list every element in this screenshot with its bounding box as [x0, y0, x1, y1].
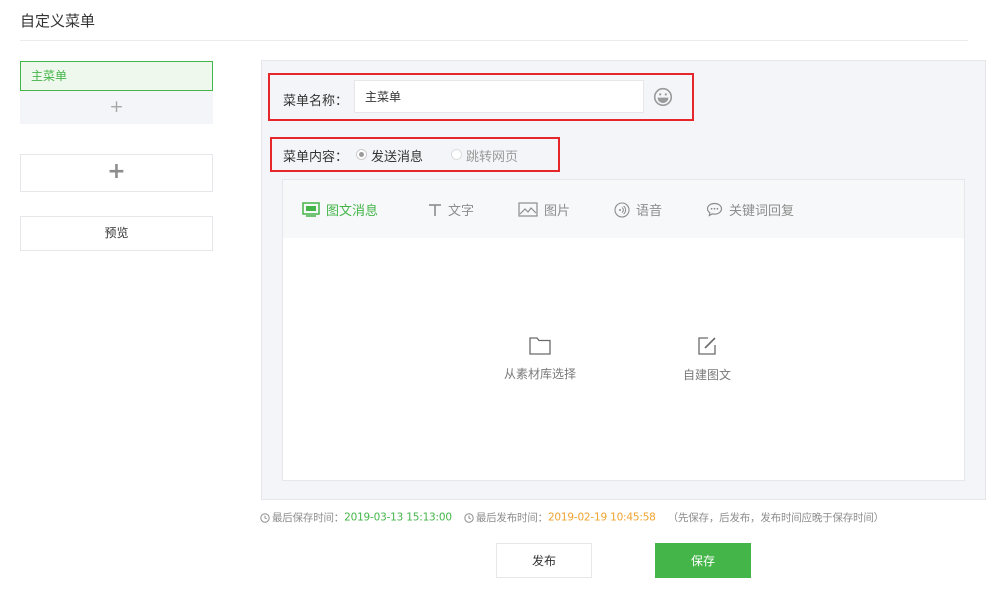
clock-icon [260, 512, 270, 523]
tab-voice[interactable]: 语音 [614, 200, 662, 220]
menu-content-label: 菜单内容： [283, 150, 349, 165]
last-publish-label: 最后发布时间： [475, 512, 548, 524]
tab-news[interactable]: 图文消息 [302, 200, 378, 220]
last-publish-time: 2019-02-19 10:45:58 [547, 511, 656, 524]
menu-item-main[interactable]: 主菜单 [20, 61, 213, 91]
voice-icon [614, 201, 630, 218]
select-from-library-label: 从素材库选择 [503, 367, 576, 381]
create-news-button[interactable]: 自建图文 [652, 336, 762, 383]
tab-text[interactable]: 文字 [428, 200, 474, 220]
title-divider [20, 40, 968, 41]
page-title: 自定义菜单 [20, 12, 96, 30]
preview-button[interactable]: 预览 [20, 216, 213, 251]
publish-status-bar: 最后保存时间：2019-03-13 15:13:00 最后发布时间：2019-0… [260, 510, 884, 525]
publish-button[interactable]: 发布 [496, 543, 592, 578]
keyword-reply-icon [706, 202, 723, 217]
menu-name-label: 菜单名称： [283, 94, 349, 109]
folder-icon [529, 337, 551, 355]
menu-name-input[interactable] [354, 80, 644, 113]
text-icon [429, 203, 441, 216]
jump-webpage-label[interactable]: 跳转网页 [466, 146, 518, 165]
send-message-radio[interactable] [356, 149, 367, 160]
add-sub-menu-button[interactable]: + [20, 91, 213, 124]
last-save-label: 最后保存时间： [272, 512, 345, 524]
create-news-label: 自建图文 [682, 368, 731, 382]
news-icon [302, 202, 320, 217]
tab-image[interactable]: 图片 [518, 200, 570, 220]
last-save-time: 2019-03-13 15:13:00 [344, 511, 452, 524]
clock-icon [464, 512, 474, 523]
image-icon [518, 202, 538, 217]
edit-icon [698, 337, 716, 355]
tab-keyword-reply[interactable]: 关键词回复 [706, 200, 794, 220]
publish-note: （先保存，后发布，发布时间应晚于保存时间） [667, 512, 885, 524]
save-button[interactable]: 保存 [655, 543, 751, 578]
jump-webpage-radio[interactable] [451, 149, 462, 160]
add-menu-button[interactable]: + [20, 154, 213, 192]
emoji-icon[interactable] [653, 87, 673, 107]
select-from-library-button[interactable]: 从素材库选择 [485, 336, 595, 382]
send-message-label[interactable]: 发送消息 [371, 146, 423, 165]
